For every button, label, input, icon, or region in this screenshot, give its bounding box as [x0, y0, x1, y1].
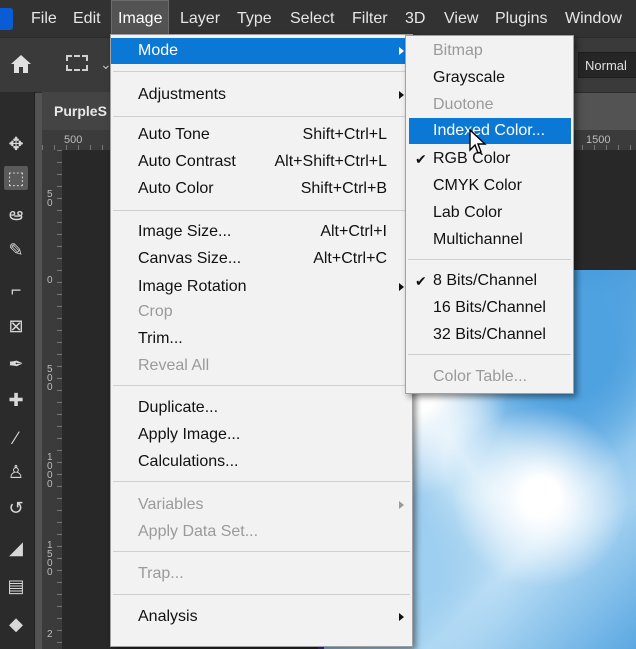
- menu-separator: [408, 259, 571, 260]
- menu-item-analysis[interactable]: Analysis: [111, 604, 412, 630]
- menu-item-auto-tone[interactable]: Auto Tone Shift+Ctrl+L: [111, 122, 412, 148]
- submenu-arrow-icon: [399, 283, 404, 291]
- image-menu: Mode Adjustments Auto Tone Shift+Ctrl+L A…: [110, 34, 413, 647]
- ruler-label: 0: [47, 275, 53, 286]
- move-tool-icon[interactable]: ✥: [4, 132, 28, 156]
- menu-item-8-bits-channel[interactable]: ✔ 8 Bits/Channel: [406, 268, 573, 294]
- blend-mode-select[interactable]: Normal: [578, 52, 636, 78]
- ruler-label: 500: [64, 134, 83, 146]
- tools-panel: ✥ ⬚ ఆ ✎ ⌐ ⊠ ✒ ✚ ∕ ♙ ↺ ◢ ▤ ◆: [0, 92, 35, 649]
- menu-filter[interactable]: Filter: [345, 0, 395, 37]
- menu-item-indexed-color[interactable]: Indexed Color...: [409, 118, 571, 144]
- blur-tool-icon[interactable]: ◆: [4, 612, 28, 636]
- menu-separator: [408, 354, 571, 355]
- lasso-tool-icon[interactable]: ఆ: [4, 202, 28, 226]
- history-brush-tool-icon[interactable]: ↺: [4, 496, 28, 520]
- menu-layer[interactable]: Layer: [173, 0, 227, 37]
- menu-item-color-table[interactable]: Color Table...: [406, 364, 573, 390]
- menu-item-trim[interactable]: Trim...: [111, 326, 412, 352]
- menu-separator: [113, 71, 410, 72]
- submenu-arrow-icon: [399, 47, 404, 55]
- menu-item-duotone[interactable]: Duotone: [406, 92, 573, 118]
- menu-separator: [113, 551, 410, 552]
- menu-bar: File Edit Image Layer Type Select Filter…: [0, 0, 636, 37]
- menu-item-32-bits-channel[interactable]: 32 Bits/Channel: [406, 322, 573, 348]
- menu-separator: [113, 116, 410, 117]
- menu-select[interactable]: Select: [283, 0, 341, 37]
- checkmark-icon: ✔: [415, 151, 427, 167]
- menu-item-image-rotation[interactable]: Image Rotation: [111, 274, 412, 300]
- submenu-arrow-icon: [399, 501, 404, 509]
- menu-item-auto-contrast[interactable]: Auto Contrast Alt+Shift+Ctrl+L: [111, 149, 412, 175]
- marquee-tool-icon[interactable]: ⬚: [4, 166, 28, 190]
- menu-item-image-size[interactable]: Image Size... Alt+Ctrl+I: [111, 219, 412, 245]
- ruler-label: 1500: [586, 134, 611, 146]
- menu-file[interactable]: File: [24, 0, 64, 37]
- menu-item-apply-image[interactable]: Apply Image...: [111, 422, 412, 448]
- menu-item-canvas-size[interactable]: Canvas Size... Alt+Ctrl+C: [111, 246, 412, 272]
- ruler-label: 5 0 0: [47, 364, 53, 393]
- menu-edit[interactable]: Edit: [66, 0, 108, 37]
- menu-item-variables[interactable]: Variables: [111, 492, 412, 518]
- shortcut-label: Alt+Ctrl+C: [313, 250, 387, 267]
- shortcut-label: Alt+Shift+Ctrl+L: [274, 153, 388, 170]
- menu-item-calculations[interactable]: Calculations...: [111, 449, 412, 475]
- eyedropper-tool-icon[interactable]: ✒: [4, 352, 28, 376]
- shortcut-label: Shift+Ctrl+L: [302, 126, 387, 143]
- menu-separator: [113, 210, 410, 211]
- ruler-label: 2: [47, 629, 53, 640]
- mouse-pointer-icon: [469, 128, 487, 154]
- menu-item-multichannel[interactable]: Multichannel: [406, 227, 573, 253]
- menu-item-mode[interactable]: Mode: [111, 38, 412, 64]
- menu-item-16-bits-channel[interactable]: 16 Bits/Channel: [406, 295, 573, 321]
- ruler-label: 5 0: [47, 189, 53, 209]
- menu-separator: [113, 481, 410, 482]
- menu-separator: [113, 385, 410, 386]
- menu-plugins[interactable]: Plugins: [488, 0, 554, 37]
- menu-item-crop[interactable]: Crop: [111, 299, 412, 325]
- crop-tool-icon[interactable]: ⌐: [4, 278, 28, 302]
- ruler-label: 1 0 0 0: [47, 452, 53, 490]
- menu-type[interactable]: Type: [230, 0, 279, 37]
- clone-stamp-tool-icon[interactable]: ♙: [4, 460, 28, 484]
- brush-tool-icon[interactable]: ∕: [4, 426, 28, 450]
- rectangular-marquee-icon[interactable]: [66, 55, 88, 71]
- checkmark-icon: ✔: [415, 273, 427, 289]
- menu-item-bitmap[interactable]: Bitmap: [406, 38, 573, 64]
- mode-submenu: Bitmap Grayscale Duotone Indexed Color..…: [405, 35, 574, 394]
- menu-item-apply-data-set[interactable]: Apply Data Set...: [111, 519, 412, 545]
- eraser-tool-icon[interactable]: ◢: [4, 536, 28, 560]
- menu-item-cmyk-color[interactable]: CMYK Color: [406, 173, 573, 199]
- shortcut-label: Alt+Ctrl+I: [320, 223, 387, 240]
- menu-separator: [113, 594, 410, 595]
- ruler-label: 1 5 0 0: [47, 540, 53, 578]
- menu-item-adjustments[interactable]: Adjustments: [111, 82, 412, 108]
- quick-selection-tool-icon[interactable]: ✎: [4, 238, 28, 262]
- shortcut-label: Shift+Ctrl+B: [300, 180, 387, 197]
- menu-item-auto-color[interactable]: Auto Color Shift+Ctrl+B: [111, 176, 412, 202]
- menu-item-trap[interactable]: Trap...: [111, 561, 412, 587]
- gradient-tool-icon[interactable]: ▤: [4, 574, 28, 598]
- menu-view[interactable]: View: [437, 0, 485, 37]
- photoshop-logo-icon: [0, 8, 13, 30]
- menu-item-reveal-all[interactable]: Reveal All: [111, 353, 412, 379]
- menu-window[interactable]: Window: [558, 0, 629, 37]
- frame-tool-icon[interactable]: ⊠: [4, 314, 28, 338]
- healing-brush-tool-icon[interactable]: ✚: [4, 388, 28, 412]
- submenu-arrow-icon: [399, 91, 404, 99]
- menu-item-lab-color[interactable]: Lab Color: [406, 200, 573, 226]
- menu-3d[interactable]: 3D: [398, 0, 432, 37]
- submenu-arrow-icon: [399, 613, 404, 621]
- menu-item-grayscale[interactable]: Grayscale: [406, 65, 573, 91]
- menu-image[interactable]: Image: [111, 0, 170, 37]
- home-icon[interactable]: [10, 54, 32, 74]
- menu-item-duplicate[interactable]: Duplicate...: [111, 395, 412, 421]
